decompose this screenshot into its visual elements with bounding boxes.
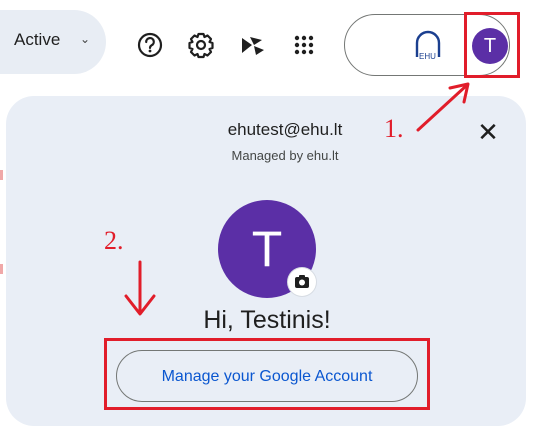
annotation-arrows bbox=[124, 82, 470, 316]
arrow-step-1 bbox=[416, 84, 468, 132]
